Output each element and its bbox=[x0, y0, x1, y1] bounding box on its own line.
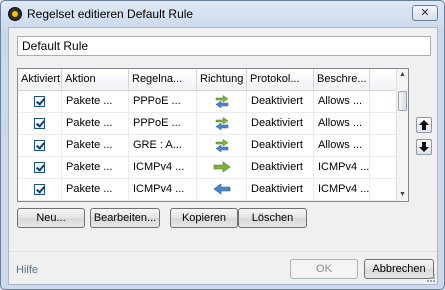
rule-name-cell: ICMPv4 ... bbox=[129, 201, 197, 202]
description-cell: Allows ... bbox=[314, 135, 370, 156]
active-cell bbox=[18, 201, 62, 202]
rule-name-cell: PPPoE ... bbox=[129, 91, 197, 112]
active-cell bbox=[18, 113, 62, 134]
protocol-cell: Deaktiviert bbox=[247, 157, 314, 178]
edit-rule-button[interactable]: Bearbeiten... bbox=[90, 208, 160, 228]
arrow-down-icon bbox=[419, 142, 429, 152]
direction-bidirectional-icon bbox=[213, 139, 231, 156]
direction-outgoing-icon bbox=[213, 161, 231, 176]
active-checkbox[interactable] bbox=[34, 184, 45, 195]
move-rule-up-button[interactable] bbox=[416, 117, 432, 133]
description-cell: Allows ... bbox=[314, 113, 370, 134]
column-header-beschreibung[interactable]: Beschre... bbox=[314, 69, 370, 91]
scroll-up-arrow-icon[interactable]: ▲ bbox=[397, 69, 408, 81]
active-checkbox[interactable] bbox=[34, 162, 45, 173]
description-cell: ICMPv4 ... bbox=[314, 179, 370, 200]
ruleset-name-input[interactable] bbox=[17, 36, 431, 56]
delete-rule-button[interactable]: Löschen bbox=[238, 208, 307, 228]
table-row[interactable]: Pakete ...ICMPv4 ...DeaktiviertICMPv4 ..… bbox=[18, 201, 408, 202]
protocol-cell: Deaktiviert bbox=[247, 201, 314, 202]
action-cell: Pakete ... bbox=[62, 91, 129, 112]
scroll-down-arrow-icon[interactable]: ▼ bbox=[397, 189, 408, 201]
table-header: Aktiviert Aktion Regelna... Richtung Pro… bbox=[18, 69, 408, 91]
rule-name-cell: ICMPv4 ... bbox=[129, 157, 197, 178]
direction-cell bbox=[197, 113, 247, 134]
description-cell: ICMPv4 ... bbox=[314, 201, 370, 202]
column-header-aktiviert[interactable]: Aktiviert bbox=[18, 69, 62, 91]
active-cell bbox=[18, 179, 62, 200]
action-cell: Pakete ... bbox=[62, 157, 129, 178]
active-cell bbox=[18, 135, 62, 156]
active-checkbox[interactable] bbox=[34, 140, 45, 151]
ok-button[interactable]: OK bbox=[290, 259, 358, 279]
title-bar[interactable]: Regelset editieren Default Rule ✕ bbox=[1, 1, 444, 27]
scrollbar-thumb[interactable] bbox=[398, 91, 407, 111]
direction-incoming-icon bbox=[212, 183, 231, 198]
dialog-window: Regelset editieren Default Rule ✕ Aktivi… bbox=[0, 0, 445, 290]
table-row[interactable]: Pakete ... PPPoE ... Deaktiviert Allows ... bbox=[18, 91, 408, 113]
action-cell: Pakete ... bbox=[62, 179, 129, 200]
rule-name-cell: ICMPv4 ... bbox=[129, 179, 197, 200]
column-header-protokoll[interactable]: Protokol... bbox=[247, 69, 314, 91]
active-checkbox[interactable] bbox=[34, 118, 45, 129]
table-row[interactable]: Pakete ...ICMPv4 ...DeaktiviertICMPv4 ..… bbox=[18, 157, 408, 179]
help-link[interactable]: Hilfe bbox=[16, 264, 38, 276]
vertical-scrollbar[interactable]: ▲ ▼ bbox=[396, 69, 408, 201]
rule-name-cell: PPPoE ... bbox=[129, 113, 197, 134]
table-body: Pakete ... PPPoE ... Deaktiviert Allows ...… bbox=[18, 91, 408, 202]
new-rule-button[interactable]: Neu... bbox=[17, 208, 85, 228]
direction-cell bbox=[197, 179, 247, 200]
protocol-cell: Deaktiviert bbox=[247, 179, 314, 200]
action-cell: Pakete ... bbox=[62, 201, 129, 202]
action-cell: Pakete ... bbox=[62, 113, 129, 134]
direction-cell bbox=[197, 91, 247, 112]
move-rule-down-button[interactable] bbox=[416, 139, 432, 155]
cancel-button[interactable]: Abbrechen bbox=[364, 259, 434, 279]
rule-name-cell: GRE : A... bbox=[129, 135, 197, 156]
action-cell: Pakete ... bbox=[62, 135, 129, 156]
active-cell bbox=[18, 157, 62, 178]
rules-table: Aktiviert Aktion Regelna... Richtung Pro… bbox=[17, 68, 409, 202]
protocol-cell: Deaktiviert bbox=[247, 113, 314, 134]
column-header-aktion[interactable]: Aktion bbox=[62, 69, 129, 91]
direction-bidirectional-icon bbox=[213, 95, 231, 112]
copy-rule-button[interactable]: Kopieren bbox=[170, 208, 238, 228]
table-row[interactable]: Pakete ...ICMPv4 ...DeaktiviertICMPv4 ..… bbox=[18, 179, 408, 201]
table-row[interactable]: Pakete ... PPPoE ... Deaktiviert Allows ... bbox=[18, 113, 408, 135]
column-header-richtung[interactable]: Richtung bbox=[197, 69, 247, 91]
direction-cell bbox=[197, 201, 247, 202]
close-button[interactable]: ✕ bbox=[412, 5, 438, 21]
protocol-cell: Deaktiviert bbox=[247, 135, 314, 156]
direction-bidirectional-icon bbox=[213, 117, 231, 134]
resize-grip-icon[interactable] bbox=[425, 272, 435, 282]
shield-logo-icon bbox=[8, 7, 22, 21]
column-header-regelname[interactable]: Regelna... bbox=[129, 69, 197, 91]
description-cell: ICMPv4 ... bbox=[314, 157, 370, 178]
table-row[interactable]: Pakete ... GRE : A... Deaktiviert Allows ..… bbox=[18, 135, 408, 157]
dialog-body: Aktiviert Aktion Regelna... Richtung Pro… bbox=[8, 27, 438, 285]
protocol-cell: Deaktiviert bbox=[247, 91, 314, 112]
active-checkbox[interactable] bbox=[34, 96, 45, 107]
window-title: Regelset editieren Default Rule bbox=[27, 7, 194, 21]
direction-cell bbox=[197, 135, 247, 156]
active-cell bbox=[18, 91, 62, 112]
footer-divider bbox=[9, 251, 437, 252]
arrow-up-icon bbox=[419, 120, 429, 130]
description-cell: Allows ... bbox=[314, 91, 370, 112]
direction-cell bbox=[197, 157, 247, 178]
